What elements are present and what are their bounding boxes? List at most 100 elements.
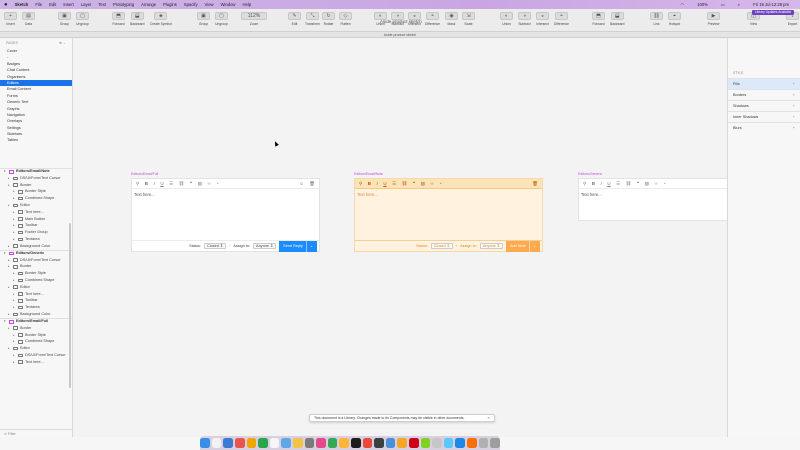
page-item-tables[interactable]: Tables xyxy=(0,137,72,143)
dock-app-icon[interactable] xyxy=(281,438,291,448)
dock-app-icon[interactable] xyxy=(432,438,442,448)
status-select[interactable]: Closed ⇕ xyxy=(204,242,227,250)
layer-item-text-here[interactable]: ▸ Text here... xyxy=(0,359,72,366)
toolbar-link-button[interactable]: ⛓ Link xyxy=(650,12,663,26)
app-menu[interactable]: Sketch xyxy=(15,2,29,7)
bold-icon[interactable]: B xyxy=(145,181,148,186)
toolbar-subtract-button[interactable]: ◑ Subtract xyxy=(518,12,531,26)
toolbar-backward-button[interactable]: ⬓ Backward xyxy=(130,12,144,26)
dock-app-icon[interactable] xyxy=(443,438,454,448)
attach-icon[interactable]: ⚲ xyxy=(359,181,362,187)
dock-app-icon[interactable] xyxy=(455,438,466,448)
toolbar-union-button[interactable]: ◐ Union xyxy=(374,12,387,26)
toolbar-intersect-button[interactable]: ◒ Intersect xyxy=(408,12,421,26)
layer-item-main-button[interactable]: ▸ Main Button xyxy=(0,216,72,223)
menu-view[interactable]: View xyxy=(205,2,214,7)
layer-item-toolbar[interactable]: ▸ Toolbar xyxy=(0,222,72,229)
add-icon[interactable]: + xyxy=(793,101,795,111)
editor-text[interactable]: Text here... xyxy=(355,189,542,200)
toolbar-data-button[interactable]: ▤ Data xyxy=(22,12,35,26)
dock-app-icon[interactable] xyxy=(339,438,349,448)
toolbar-difference-button[interactable]: ◓ Difference xyxy=(554,12,569,26)
layer-item-border-style[interactable]: ▸ Border Style xyxy=(0,270,72,277)
comment-icon[interactable]: ◔ xyxy=(216,181,219,186)
quote-icon[interactable]: ❝ xyxy=(637,181,639,187)
toolbar-backward-button[interactable]: ⬓ Backward xyxy=(610,12,624,26)
image-icon[interactable]: ▨ xyxy=(421,181,425,187)
layer-item-border[interactable]: ▸ Border xyxy=(0,182,72,189)
layer-item-text-here[interactable]: ▸ Text here... xyxy=(0,209,72,216)
toolbar-transform-button[interactable]: ⤡ Transform xyxy=(305,12,320,26)
disclosure-icon[interactable]: ▸ xyxy=(13,195,16,202)
artboard-label-email-full[interactable]: Editors/Email/Full xyxy=(131,172,158,176)
code-icon[interactable]: ‹› xyxy=(655,181,658,186)
dock-app-icon[interactable] xyxy=(269,438,280,448)
editor-email-full[interactable]: ⚲ B I U ☰ ⛓ ❝ ▨ ‹› ◔ ☺ 🗑 Text here... St… xyxy=(131,178,320,252)
disclosure-icon[interactable]: ▸ xyxy=(13,332,16,339)
layer-artboard-editors-email-note[interactable]: ▾ Editors/Email/Note xyxy=(0,167,72,175)
battery-label[interactable]: 100% xyxy=(697,2,708,7)
code-icon[interactable]: ‹› xyxy=(431,181,434,186)
editor-email-note[interactable]: ⚲ B I U ☰ ⛓ ❝ ▨ ‹› ◔ 🗑 Text here... Stat… xyxy=(354,178,543,252)
toolbar-mask-button[interactable]: ◉ Mask xyxy=(445,12,458,26)
bold-icon[interactable]: B xyxy=(592,181,595,186)
toolbar-rotate-button[interactable]: ↻ Rotate xyxy=(322,12,335,26)
comment-icon[interactable]: ◔ xyxy=(439,181,442,186)
artboard-label-generic[interactable]: Editors/Generic xyxy=(578,172,602,176)
dock-app-icon[interactable] xyxy=(316,438,326,448)
layer-item-combined-shape[interactable]: ▸ Combined Shape xyxy=(0,195,72,202)
menu-text[interactable]: Text xyxy=(98,2,106,7)
menu-spacify[interactable]: Spacify xyxy=(184,2,198,7)
dock-app-icon[interactable] xyxy=(420,438,431,448)
italic-icon[interactable]: I xyxy=(154,181,155,186)
dock-app-icon[interactable] xyxy=(385,438,396,448)
attach-icon[interactable]: ⚲ xyxy=(136,181,139,187)
assign-select[interactable]: Anyone ⇕ xyxy=(253,242,277,250)
menu-arrange[interactable]: Arrange xyxy=(141,2,156,7)
menu-edit[interactable]: Edit xyxy=(49,2,56,7)
disclosure-icon[interactable]: ▸ xyxy=(13,291,16,298)
toolbar-intersect-button[interactable]: ◒ Intersect xyxy=(536,12,549,26)
image-icon[interactable]: ▨ xyxy=(198,181,202,187)
dock-app-icon[interactable] xyxy=(409,438,419,448)
layer-item-textarea[interactable]: ▸ Textarea xyxy=(0,236,72,243)
add-icon[interactable]: + xyxy=(793,90,795,100)
link-icon[interactable]: ⛓ xyxy=(626,181,632,187)
dock-app-icon[interactable] xyxy=(327,438,338,448)
link-icon[interactable]: ⛓ xyxy=(179,181,185,187)
disclosure-icon[interactable]: ▸ xyxy=(13,209,16,216)
toolbar-group-button[interactable]: ▣ Group xyxy=(58,12,71,26)
canvas[interactable]: Editors/Email/Full ⚲ B I U ☰ ⛓ ❝ ▨ ‹› ◔ … xyxy=(73,38,727,437)
menu-window[interactable]: Window xyxy=(221,2,236,7)
code-icon[interactable]: ‹› xyxy=(208,181,211,186)
toolbar-zoom-button[interactable]: 112% Zoom xyxy=(241,12,267,26)
layer-item-background-color[interactable]: ▸ Background Color xyxy=(0,243,72,250)
quote-icon[interactable]: ❝ xyxy=(413,181,415,187)
editor-generic[interactable]: ⚲ B I U ☰ ⛓ ❝ ▨ ‹› ◔ Text here... xyxy=(578,178,727,221)
layer-item-border[interactable]: ▸ Border xyxy=(0,263,72,270)
disclosure-icon[interactable]: ▸ xyxy=(13,270,16,277)
dock-app-icon[interactable] xyxy=(211,438,222,448)
layer-item-footer-group[interactable]: ▸ Footer Group xyxy=(0,229,72,236)
disclosure-icon[interactable]: ▸ xyxy=(13,338,16,345)
list-icon[interactable]: ☰ xyxy=(616,181,620,187)
layer-item-toolbar[interactable]: ▸ Toolbar xyxy=(0,297,72,304)
menu-prototyping[interactable]: Prototyping xyxy=(113,2,134,7)
toolbar-subtract-button[interactable]: ◑ Subtract xyxy=(391,12,404,26)
layer-artboard-editors-generic[interactable]: ▾ Editors/Generic xyxy=(0,249,72,257)
style-row-borders[interactable]: Borders + xyxy=(728,89,800,100)
toolbar-flatten-button[interactable]: ◇ Flatten xyxy=(339,12,352,26)
disclosure-icon[interactable]: ▸ xyxy=(8,257,11,264)
toolbar-hotspot-button[interactable]: ⌖ Hotspot xyxy=(668,12,681,26)
toolbar-group-button[interactable]: ▣ Group xyxy=(197,12,210,26)
dock-app-icon[interactable] xyxy=(362,438,373,448)
image-icon[interactable]: ▨ xyxy=(645,181,649,187)
wifi-icon[interactable]: ◠ xyxy=(680,2,684,7)
menu-file[interactable]: File xyxy=(35,2,42,7)
library-updates-badge[interactable]: Library Updates Available xyxy=(752,10,795,15)
quote-icon[interactable]: ❝ xyxy=(190,181,192,187)
disclosure-icon[interactable]: ▸ xyxy=(8,284,11,291)
toolbar-preview-button[interactable]: ▶ Preview xyxy=(707,12,720,26)
disclosure-icon[interactable]: ▸ xyxy=(13,188,16,195)
disclosure-icon[interactable]: ▸ xyxy=(8,263,11,270)
